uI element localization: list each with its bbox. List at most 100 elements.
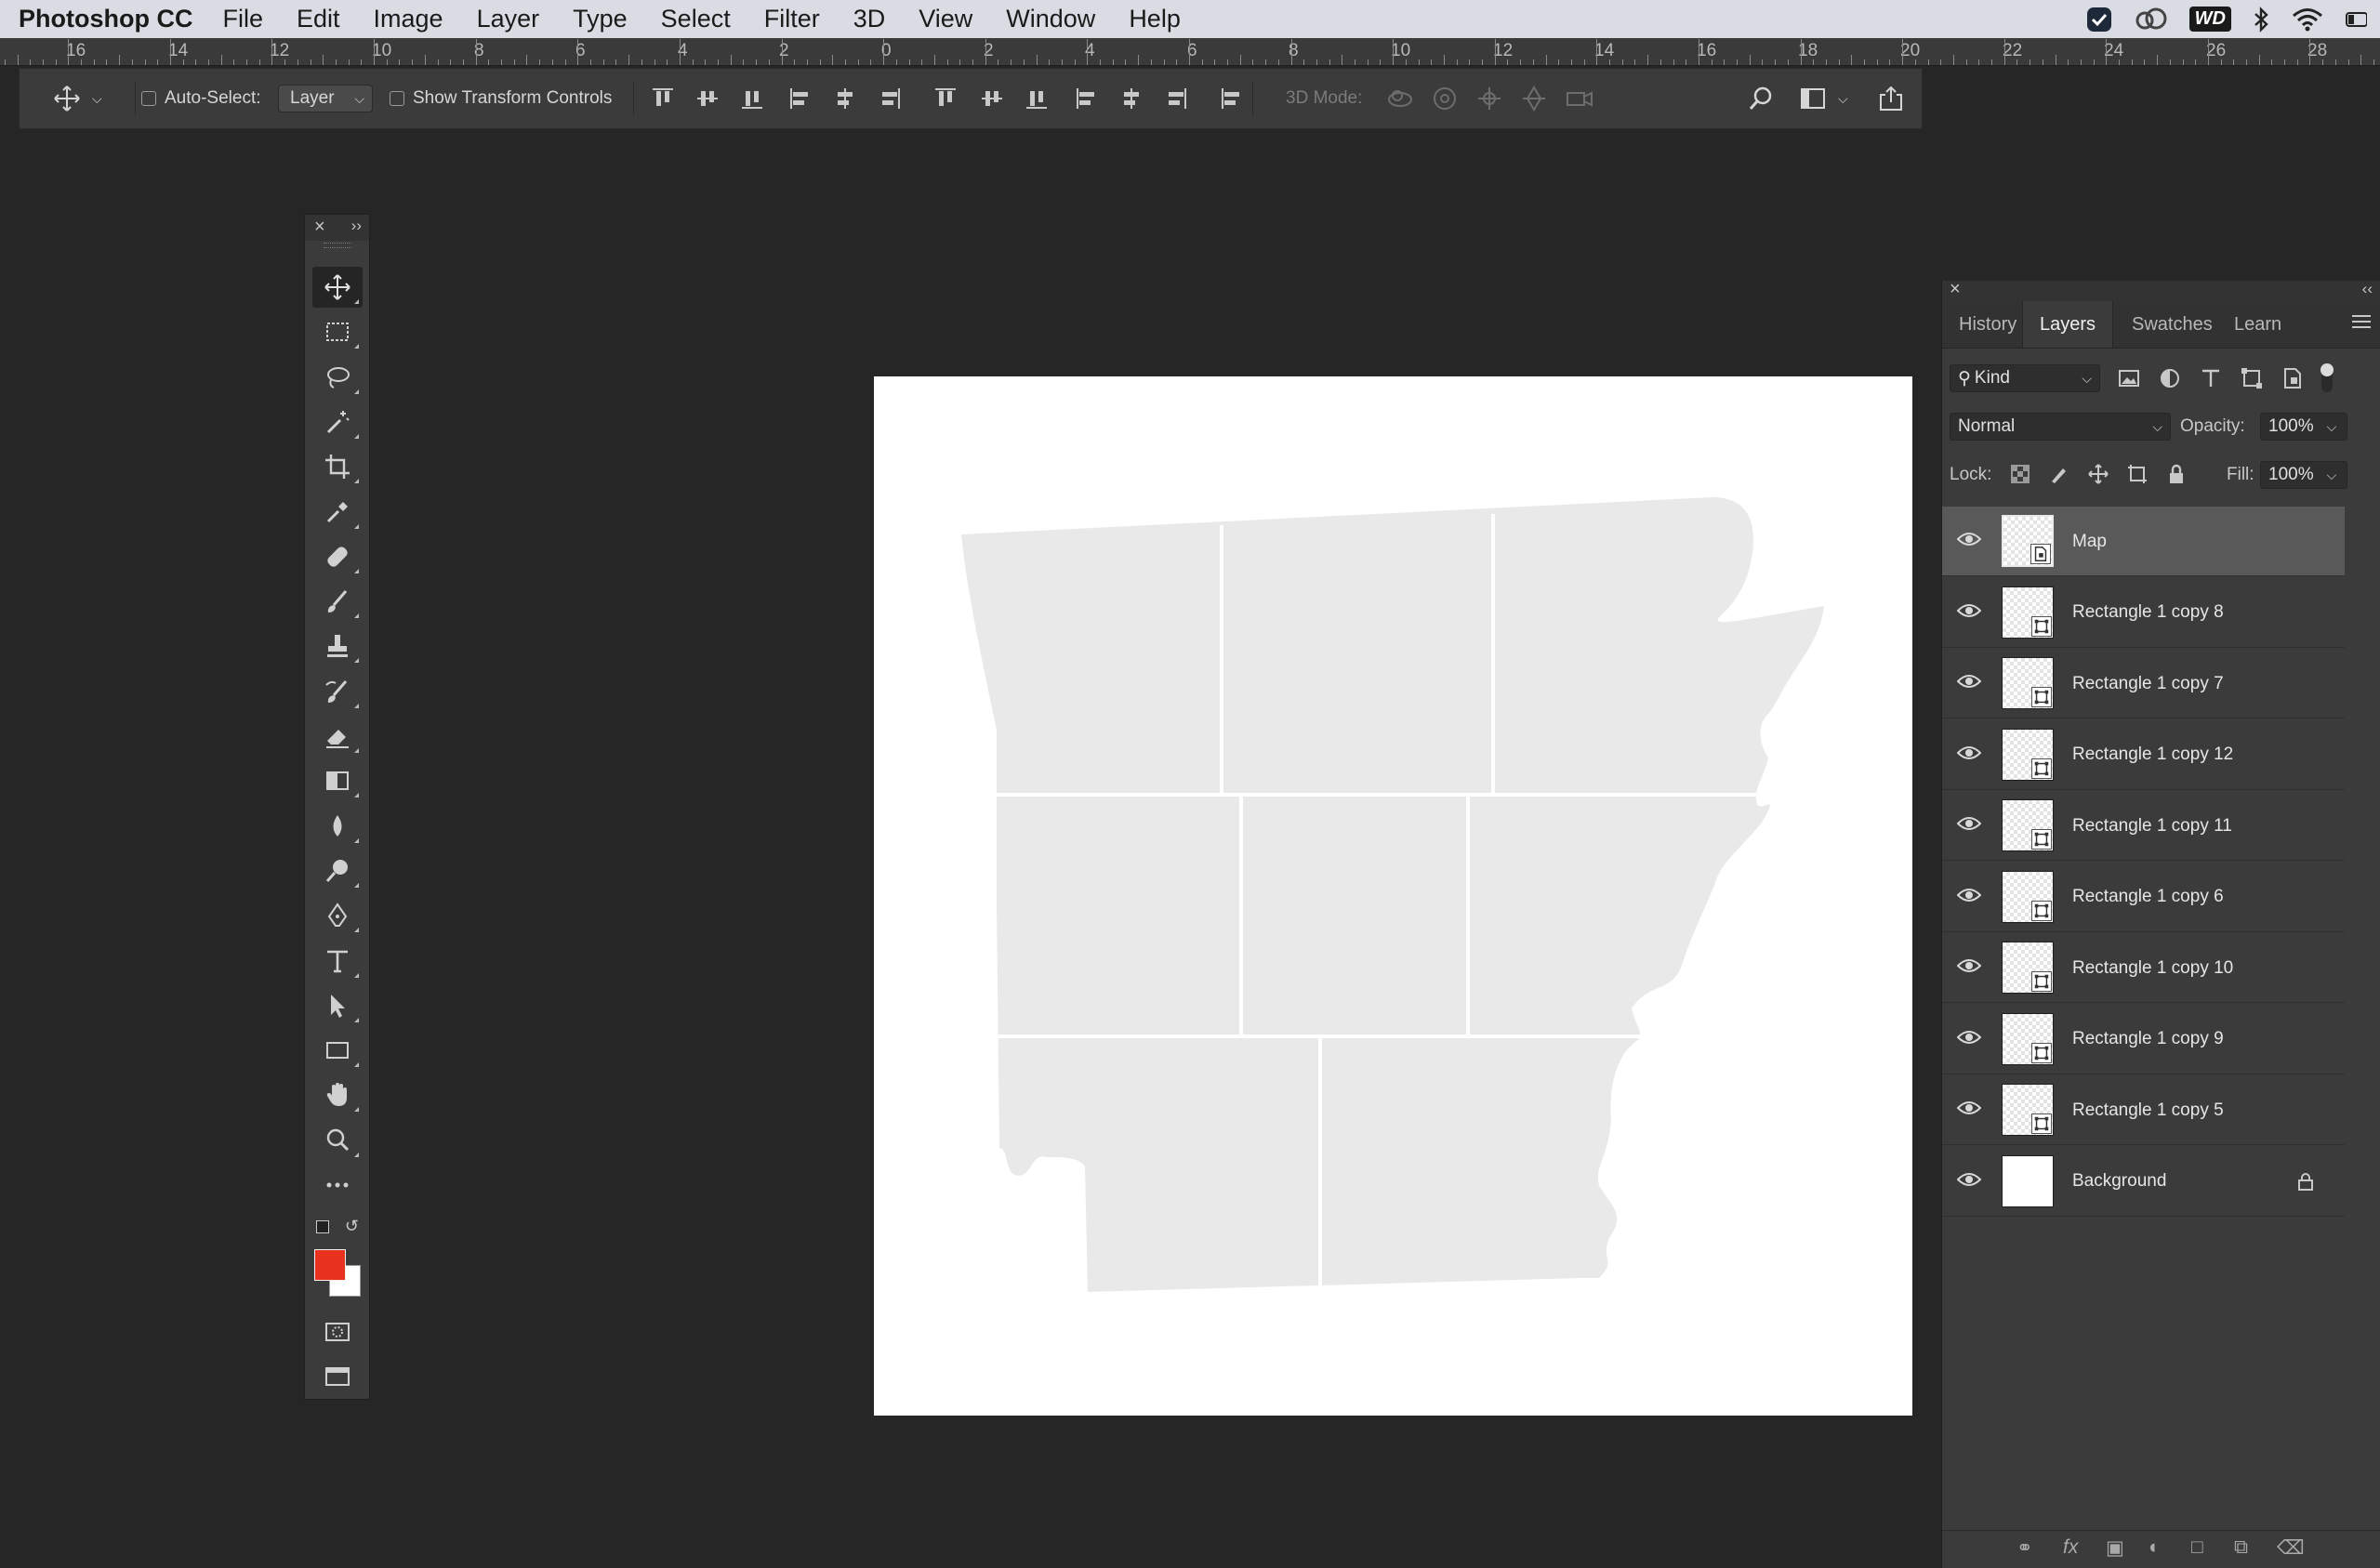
quick-mask-button[interactable] <box>312 1311 363 1352</box>
shape-filter-icon[interactable] <box>2240 366 2264 390</box>
bluetooth-icon[interactable] <box>2252 6 2270 33</box>
eye-icon[interactable] <box>1957 744 1981 761</box>
show-transform-checkbox[interactable] <box>390 91 404 106</box>
swap-colors-icon[interactable]: ↺ <box>345 1217 359 1236</box>
search-button[interactable] <box>1747 69 1775 128</box>
dodge-tool[interactable] <box>312 850 363 891</box>
move-tool-preset[interactable]: ⌵ <box>53 69 102 128</box>
path-selection-tool[interactable] <box>312 985 363 1026</box>
3d-slide-icon[interactable] <box>1520 85 1548 112</box>
lock-icon[interactable] <box>2295 1171 2316 1192</box>
add-mask-icon[interactable]: ▣ <box>2106 1536 2124 1560</box>
creative-cloud-icon[interactable] <box>2134 6 2169 33</box>
panel-menu-icon[interactable] <box>2352 315 2371 332</box>
eye-icon[interactable] <box>1957 1171 1981 1188</box>
clone-stamp-tool[interactable] <box>312 626 363 666</box>
distribute-horizontal-center-button[interactable] <box>1118 86 1144 112</box>
blur-tool[interactable] <box>312 806 363 847</box>
align-horizontal-center-button[interactable] <box>832 86 858 112</box>
lock-artboard-icon[interactable] <box>2126 463 2149 485</box>
layer-row[interactable]: Rectangle 1 copy 12 <box>1942 720 2345 790</box>
marquee-tool[interactable] <box>312 311 363 352</box>
menu-select[interactable]: Select <box>644 5 747 33</box>
layer-filter-dropdown[interactable]: ⚲ Kind ⌵ <box>1950 364 2100 392</box>
eye-icon[interactable] <box>1957 887 1981 903</box>
brush-tool[interactable] <box>312 581 363 622</box>
menu-file[interactable]: File <box>205 5 280 33</box>
lock-image-pixels-icon[interactable] <box>2048 463 2070 485</box>
close-icon[interactable]: × <box>1950 279 1961 300</box>
menu-edit[interactable]: Edit <box>280 5 357 33</box>
expand-icon[interactable]: ›› <box>351 217 362 235</box>
layer-row[interactable]: Background <box>1942 1147 2345 1217</box>
3d-pan-icon[interactable] <box>1475 85 1503 112</box>
auto-select-dropdown[interactable]: Layer ⌵ <box>278 85 373 112</box>
distribute-top-button[interactable] <box>932 86 959 112</box>
blend-mode-dropdown[interactable]: Normal ⌵ <box>1950 413 2171 441</box>
filter-toggle-switch[interactable] <box>2320 363 2334 392</box>
align-left-button[interactable] <box>787 86 813 112</box>
3d-scale-icon[interactable] <box>1565 85 1594 112</box>
distribute-vertical-center-button[interactable] <box>979 86 1005 112</box>
healing-brush-tool[interactable] <box>312 536 363 577</box>
3d-roll-icon[interactable] <box>1431 85 1459 112</box>
smart-object-filter-icon[interactable] <box>2281 366 2305 390</box>
eye-icon[interactable] <box>1957 1100 1981 1116</box>
eye-icon[interactable] <box>1957 957 1981 974</box>
screen-mode-button[interactable] <box>312 1356 363 1397</box>
check-shield-icon[interactable] <box>2085 6 2113 33</box>
document-canvas[interactable] <box>874 376 1912 1416</box>
3d-orbit-icon[interactable] <box>1386 85 1414 112</box>
tab-history[interactable]: History <box>1942 301 2033 348</box>
pixel-filter-icon[interactable] <box>2117 366 2141 390</box>
opacity-input[interactable]: 100% ⌵ <box>2260 413 2347 441</box>
layer-row[interactable]: Rectangle 1 copy 5 <box>1942 1075 2345 1145</box>
eye-icon[interactable] <box>1957 815 1981 832</box>
layer-row[interactable]: Map <box>1942 507 2345 576</box>
align-vertical-center-button[interactable] <box>694 86 721 112</box>
fx-icon[interactable]: fx <box>2063 1536 2078 1559</box>
layer-row[interactable]: Rectangle 1 copy 7 <box>1942 649 2345 718</box>
link-layers-icon[interactable]: ⚭ <box>2016 1536 2033 1560</box>
eraser-tool[interactable] <box>312 716 363 757</box>
menu-3d[interactable]: 3D <box>837 5 903 33</box>
crop-tool[interactable] <box>312 446 363 487</box>
menu-image[interactable]: Image <box>357 5 460 33</box>
tab-learn[interactable]: Learn <box>2217 301 2298 348</box>
lock-transparent-pixels-icon[interactable] <box>2009 463 2031 485</box>
tab-layers[interactable]: Layers <box>2022 301 2114 348</box>
lasso-tool[interactable] <box>312 357 363 398</box>
app-name[interactable]: Photoshop CC <box>19 5 192 33</box>
wifi-icon[interactable] <box>2291 6 2324 33</box>
menu-filter[interactable]: Filter <box>747 5 837 33</box>
eyedropper-tool[interactable] <box>312 492 363 533</box>
lock-position-icon[interactable] <box>2087 463 2109 485</box>
hand-tool[interactable] <box>312 1074 363 1115</box>
move-tool[interactable] <box>312 267 363 308</box>
distribute-left-button[interactable] <box>1074 86 1100 112</box>
workspace-button[interactable]: ⌵ <box>1799 69 1848 128</box>
zoom-tool[interactable] <box>312 1120 363 1161</box>
adjustment-filter-icon[interactable] <box>2158 366 2182 390</box>
default-colors-icon[interactable] <box>316 1220 329 1233</box>
type-tool[interactable] <box>312 941 363 982</box>
layer-row[interactable]: Rectangle 1 copy 8 <box>1942 578 2345 648</box>
auto-select-checkbox[interactable] <box>141 91 156 106</box>
pen-tool[interactable] <box>312 895 363 936</box>
distribute-bottom-button[interactable] <box>1024 86 1050 112</box>
menu-view[interactable]: View <box>902 5 989 33</box>
gradient-tool[interactable] <box>312 760 363 801</box>
layer-row[interactable]: Rectangle 1 copy 6 <box>1942 863 2345 932</box>
history-brush-tool[interactable] <box>312 671 363 712</box>
eye-icon[interactable] <box>1957 602 1981 619</box>
layer-row[interactable]: Rectangle 1 copy 10 <box>1942 933 2345 1003</box>
align-right-button[interactable] <box>877 86 903 112</box>
magic-wand-tool[interactable] <box>312 402 363 442</box>
trash-icon[interactable]: ⌫ <box>2277 1536 2305 1560</box>
new-group-icon[interactable]: □ <box>2191 1536 2203 1559</box>
menu-help[interactable]: Help <box>1112 5 1197 33</box>
eye-icon[interactable] <box>1957 673 1981 690</box>
align-bottom-button[interactable] <box>739 86 765 112</box>
layer-row[interactable]: Rectangle 1 copy 11 <box>1942 791 2345 861</box>
battery-icon[interactable] <box>2345 6 2367 33</box>
